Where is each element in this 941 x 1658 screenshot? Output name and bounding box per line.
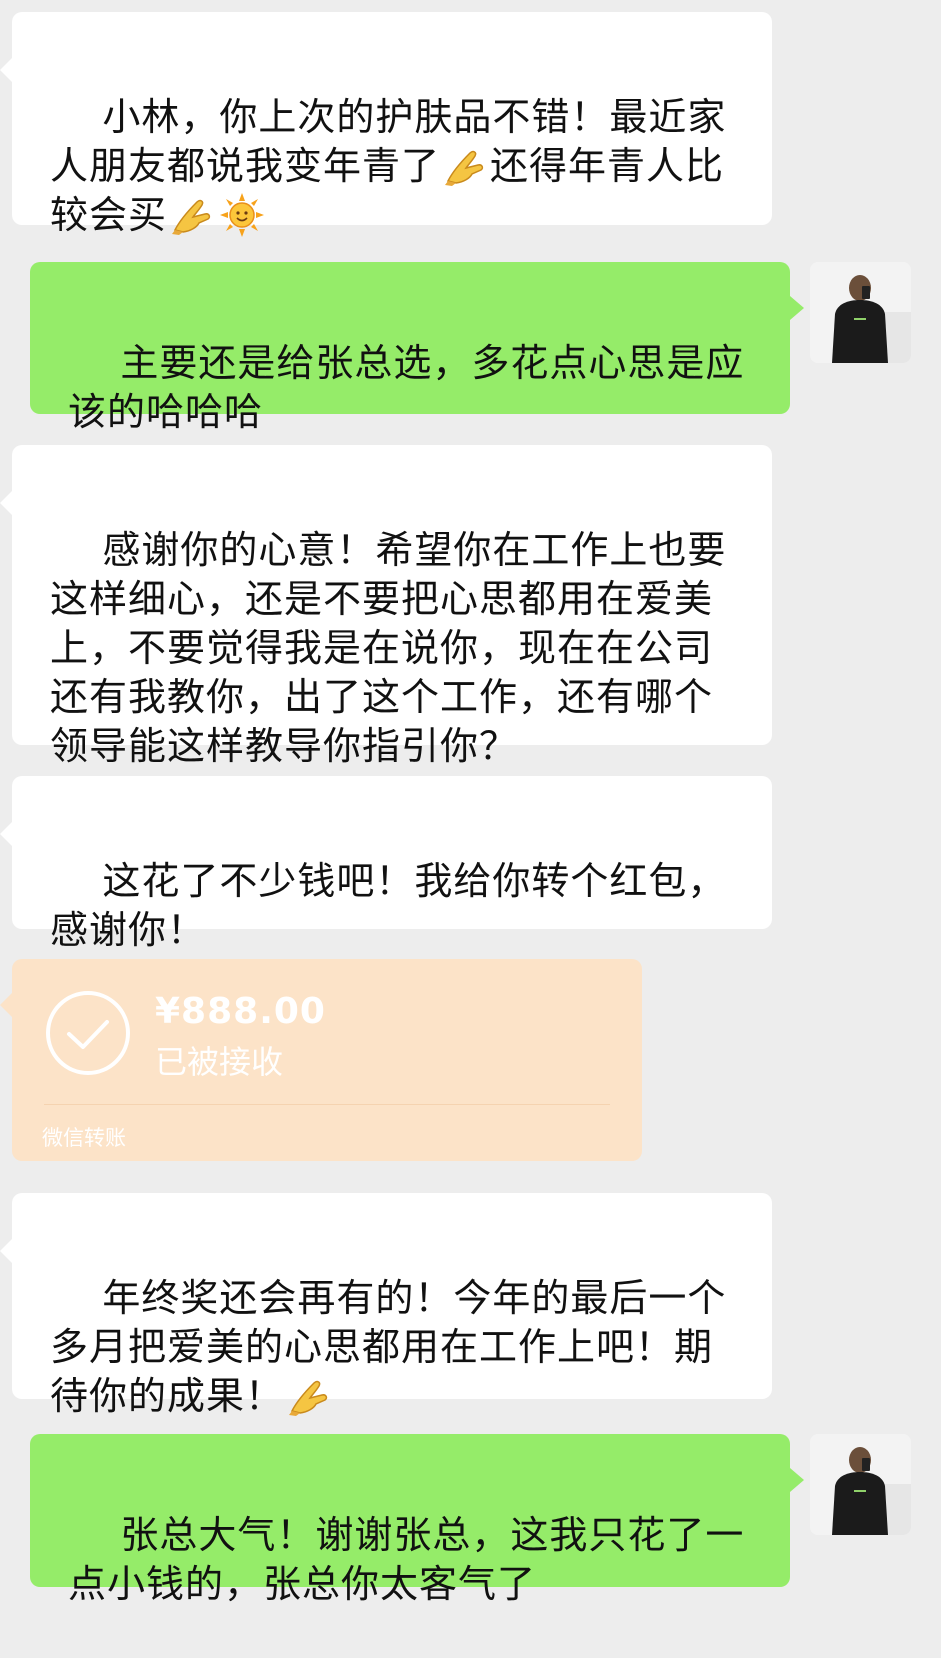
avatar[interactable] — [810, 262, 911, 363]
incoming-message-bubble[interactable]: 小林，你上次的护肤品不错！最近家人朋友都说我变年青了 还得年青人比较会买 — [0, 12, 772, 237]
ok-hand-icon — [172, 199, 211, 235]
transfer-status: 已被接收 — [155, 1043, 284, 1081]
check-circle-icon — [46, 991, 130, 1075]
outgoing-message-bubble[interactable]: 主要还是给张总选，多花点心思是应该的哈哈哈 — [30, 262, 804, 434]
incoming-message-bubble[interactable]: 感谢你的心意！希望你在工作上也要这样细心，还是不要把心思都用在爱美上，不要觉得我… — [0, 445, 772, 768]
incoming-message-bubble[interactable]: 年终奖还会再有的！今年的最后一个多月把爱美的心思都用在工作上吧！期待你的成果！ — [0, 1193, 772, 1418]
person-photo-icon — [810, 1434, 911, 1535]
ok-hand-icon — [445, 150, 484, 186]
person-photo-icon — [810, 262, 911, 363]
avatar[interactable] — [810, 1434, 911, 1535]
incoming-message-bubble[interactable]: 这花了不少钱吧！我给你转个红包，感谢你！ — [0, 776, 772, 952]
divider — [44, 1104, 610, 1105]
message-text: 这花了不少钱吧！我给你转个红包，感谢你！ — [50, 859, 727, 952]
outgoing-message-bubble[interactable]: 张总大气！谢谢张总，这我只花了一点小钱的，张总你太客气了 — [30, 1434, 804, 1606]
transfer-amount: ¥888.00 — [155, 991, 326, 1032]
transfer-card[interactable]: ¥888.00 已被接收 微信转账 — [0, 959, 642, 1161]
ok-hand-icon — [289, 1380, 328, 1416]
message-text: 感谢你的心意！希望你在工作上也要这样细心，还是不要把心思都用在爱美上，不要觉得我… — [50, 528, 727, 768]
transfer-label: 微信转账 — [42, 1126, 126, 1150]
message-text: 年终奖还会再有的！今年的最后一个多月把爱美的心思都用在工作上吧！期待你的成果！ — [50, 1276, 727, 1418]
message-text: 主要还是给张总选，多花点心思是应该的哈哈哈 — [68, 341, 745, 434]
sun-icon — [220, 192, 265, 237]
message-text: 张总大气！谢谢张总，这我只花了一点小钱的，张总你太客气了 — [68, 1513, 745, 1606]
chat-area: 小林，你上次的护肤品不错！最近家人朋友都说我变年青了 还得年青人比较会买 主要还是… — [0, 0, 941, 1606]
